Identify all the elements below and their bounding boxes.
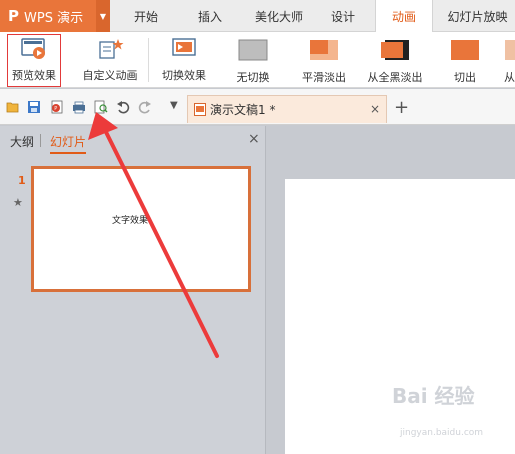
panel-tab-separator [40,134,41,147]
wps-p-icon: P [8,7,19,25]
cut-out-label: 切出 [454,71,476,84]
cut-out-icon [451,40,479,60]
watermark-url: jingyan.baidu.com [400,428,484,438]
partial-icon [505,40,515,60]
custom-animation-label: 自定义动画 [82,69,138,82]
slide-number: 1 [18,174,26,187]
fade-black-icon [381,40,409,60]
svg-text:P: P [54,106,57,112]
slide-canvas [267,126,515,454]
tab-slides[interactable]: 幻灯片 [50,133,87,154]
current-slide[interactable] [285,179,515,454]
document-close-icon[interactable]: × [370,102,380,116]
custom-animation-icon [99,39,124,59]
document-tab[interactable]: 演示文稿1 * × [187,95,387,123]
tab-outline[interactable]: 大纲 [10,133,34,150]
animation-star-icon: ★ [13,196,23,209]
tab-beautify[interactable]: 美化大师 [242,0,316,32]
no-transition-icon [238,39,268,61]
app-menu-dropdown-icon[interactable]: ▼ [96,0,110,32]
cut-out-button[interactable]: 切出 [442,32,488,88]
no-transition-label: 无切换 [236,71,270,84]
slides-panel-header: 大纲 幻灯片 × [0,126,266,154]
print-preview-icon[interactable] [94,100,108,114]
transition-effect-icon [172,38,196,56]
document-tab-title: 演示文稿1 * [210,103,276,117]
app-logo[interactable]: P WPS 演示 [0,0,96,32]
tab-home[interactable]: 开始 [118,0,174,32]
open-folder-icon[interactable] [6,100,20,114]
fade-smooth-button[interactable]: 平滑淡出 [294,32,354,88]
slides-panel: 大纲 幻灯片 × 1 ★ 文字效果 [0,126,266,454]
fade-smooth-icon [310,40,338,60]
tab-design[interactable]: 设计 [318,0,368,32]
redo-icon[interactable] [138,100,152,114]
fade-smooth-label: 平滑淡出 [302,71,346,84]
app-title: WPS 演示 [24,10,84,26]
new-tab-icon[interactable]: + [394,97,409,118]
menu-bar: P WPS 演示 ▼ 开始 插入 美化大师 设计 动画 幻灯片放映 [0,0,515,33]
fade-black-label: 从全黑淡出 [367,71,423,84]
more-transition-label: 从 [504,71,515,84]
quick-access-toolbar: P ▼ 演示文稿1 * × + [0,89,515,125]
tab-insert[interactable]: 插入 [180,0,240,32]
preview-highlight-box [7,34,61,87]
more-transition-button[interactable]: 从 [504,32,515,88]
transition-effect-button[interactable]: 切换效果 [156,32,212,88]
save-icon[interactable] [27,100,41,114]
panel-close-icon[interactable]: × [248,131,260,147]
tab-slideshow[interactable]: 幻灯片放映 [440,0,515,32]
slide-thumbnail-text: 文字效果 [112,216,149,226]
print-icon[interactable] [72,100,86,114]
fade-black-button[interactable]: 从全黑淡出 [362,32,428,88]
export-pdf-icon[interactable]: P [50,100,64,114]
toolbar-dropdown-icon[interactable]: ▼ [170,100,178,111]
tab-animation[interactable]: 动画 [375,0,433,33]
watermark-logo: Bai 经验 [392,384,475,408]
custom-animation-button[interactable]: 自定义动画 [78,32,142,88]
animation-ribbon: 预览效果 自定义动画 切换效果 无切换 平滑淡出 从全黑淡出 切出 从 [0,32,515,88]
slide-thumbnail[interactable]: 文字效果 [31,166,251,292]
transition-effect-label: 切换效果 [162,69,206,82]
ribbon-separator [148,38,149,82]
no-transition-button[interactable]: 无切换 [220,32,286,88]
undo-icon[interactable] [116,100,130,114]
presentation-file-icon [194,103,206,116]
